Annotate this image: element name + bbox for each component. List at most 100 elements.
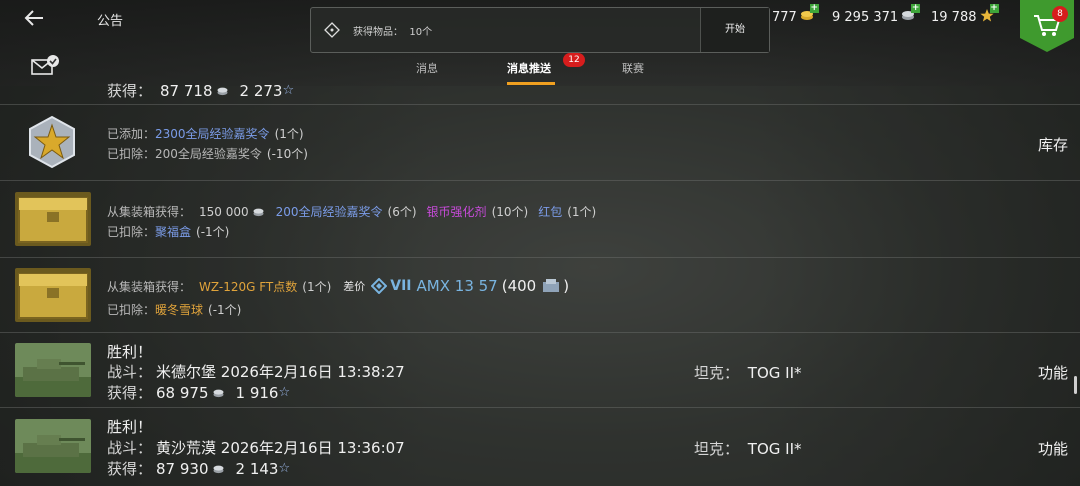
tank-thumbnail xyxy=(15,419,91,473)
push-messages-badge: 12 xyxy=(563,53,585,67)
gold-icon[interactable]: + xyxy=(800,4,819,25)
battle-title-line: 胜利！ xyxy=(107,341,152,362)
container-deduct-line: 已扣除： 聚福盒 (-1个) xyxy=(107,223,229,240)
battle-earn-line: 获得： 87 930 2 143 ☆ xyxy=(107,458,290,479)
container-item-c: 红包 xyxy=(538,205,563,219)
earn-label: 获得： xyxy=(107,82,153,100)
tank-name: TOG II* xyxy=(747,364,802,382)
gold-container-icon xyxy=(15,192,91,246)
silver-icon[interactable]: + xyxy=(901,4,921,25)
container2-qty-a: (1个) xyxy=(302,279,332,294)
deducted-qty: (-10个) xyxy=(266,147,308,161)
gold-container-icon xyxy=(15,268,91,322)
filter-text: 获得物品： 10个 xyxy=(353,23,432,38)
function-button[interactable]: 功能 xyxy=(1038,438,1068,459)
shop-badge: 8 xyxy=(1052,6,1068,22)
battle-info-line: 战斗： 黄沙荒漠 2026年2月16日 13:36:07 xyxy=(107,437,405,458)
tab-messages[interactable]: 消息 xyxy=(416,60,438,76)
function-button[interactable]: 功能 xyxy=(1038,362,1068,383)
added-item: 2300全局经验嘉奖令 xyxy=(155,127,270,141)
earn-silver: 87 718 xyxy=(160,81,213,100)
container2-deduct-item: 暖冬雪球 xyxy=(155,303,204,317)
container2-deduct-label: 已扣除： xyxy=(107,303,156,317)
gold-balance: 777 + xyxy=(772,4,819,25)
message-row-container-2[interactable]: 从集装箱获得： WZ-120G FT点数 (1个) 差价 VII AMX 13 … xyxy=(0,258,1080,333)
battle-tank-line: 坦克： TOG II* xyxy=(694,362,802,383)
container-qty-a: (6个) xyxy=(387,205,417,219)
tank-name: AMX 13 57 xyxy=(416,277,498,295)
battle-result-row[interactable]: 胜利！ 战斗： 米德尔堡 2026年2月16日 13:38:27 获得： 68 … xyxy=(0,333,1080,408)
tab-push-messages[interactable]: 消息推送 xyxy=(507,60,551,76)
tank-label: 坦克： xyxy=(694,364,740,382)
container2-gain-label: 从集装箱获得： xyxy=(107,279,192,294)
added-line: 已添加： 2300全局经验嘉奖令 (1个) xyxy=(107,125,304,142)
battle-map-time: 米德尔堡 2026年2月16日 13:38:27 xyxy=(156,363,405,381)
silver-value: 9 295 371 xyxy=(832,9,899,25)
deducted-line: 已扣除： 200全局经验嘉奖令 (-10个) xyxy=(107,145,308,162)
scrollbar[interactable] xyxy=(1074,376,1077,394)
tank-tier: VII xyxy=(390,278,412,294)
container-silver: 150 000 xyxy=(199,204,249,219)
start-button[interactable]: 开始 xyxy=(700,8,769,52)
container2-gain-line: 从集装箱获得： WZ-120G FT点数 (1个) 差价 VII AMX 13 … xyxy=(107,277,569,295)
battle-result-row[interactable]: 胜利！ 战斗： 黄沙荒漠 2026年2月16日 13:36:07 获得： 87 … xyxy=(0,408,1080,486)
container2-deduct-line: 已扣除： 暖冬雪球 (-1个) xyxy=(107,301,241,318)
silver-icon xyxy=(213,389,224,397)
free-xp-balance: 19 788 + xyxy=(931,4,999,26)
battle-title-line: 胜利！ xyxy=(107,416,152,437)
silver-icon xyxy=(253,208,264,216)
silver-icon xyxy=(213,465,224,473)
battle-xp: 2 143 xyxy=(235,459,279,478)
xp-star-icon: ☆ xyxy=(278,461,291,476)
deducted-item: 200全局经验嘉奖令 xyxy=(155,147,262,161)
tank-thumbnail xyxy=(15,343,91,397)
tank-class-icon xyxy=(371,278,388,294)
container-item-a: 200全局经验嘉奖令 xyxy=(275,205,383,219)
silver-icon xyxy=(217,87,228,95)
battle-title: 胜利！ xyxy=(107,343,153,361)
added-label: 已添加： xyxy=(107,127,156,141)
tank-name: TOG II* xyxy=(747,440,802,458)
container2-item-a: WZ-120G FT点数 xyxy=(199,279,298,294)
battle-info-line: 战斗： 米德尔堡 2026年2月16日 13:38:27 xyxy=(107,361,405,382)
mail-read-icon[interactable] xyxy=(30,54,60,78)
price-diff-label: 差价 xyxy=(343,280,366,293)
silver-balance: 9 295 371 + xyxy=(832,4,921,25)
container-gain-line: 从集装箱获得： 150 000 200全局经验嘉奖令 (6个) 银币强化剂 (1… xyxy=(107,203,596,220)
battle-tank-line: 坦克： TOG II* xyxy=(694,438,802,459)
battle-label: 战斗： xyxy=(107,439,153,457)
container-qty-c: (1个) xyxy=(567,205,597,219)
battle-xp: 1 916 xyxy=(235,383,279,402)
battle-silver: 87 930 xyxy=(156,459,209,478)
crosshair-icon xyxy=(324,22,340,38)
added-qty: (1个) xyxy=(274,127,304,141)
battle-earn-label: 获得： xyxy=(107,384,153,402)
battle-label: 战斗： xyxy=(107,363,153,381)
container-qty-b: (10个) xyxy=(491,205,529,219)
inventory-button[interactable]: 库存 xyxy=(1038,134,1068,155)
container2-deduct-qty: (-1个) xyxy=(208,303,242,317)
message-row-partial[interactable]: 获得： 87 718 2 273 ☆ xyxy=(0,82,1080,105)
battle-silver: 68 975 xyxy=(156,383,209,402)
price-diff-close: ) xyxy=(563,277,570,295)
message-row-container[interactable]: 从集装箱获得： 150 000 200全局经验嘉奖令 (6个) 银币强化剂 (1… xyxy=(0,181,1080,258)
xp-order-medal-icon xyxy=(29,115,75,169)
obtained-items-filter[interactable]: 获得物品： 10个 开始 xyxy=(310,7,770,53)
container-gain-label: 从集装箱获得： xyxy=(107,205,192,219)
message-row-reward[interactable]: 已添加： 2300全局经验嘉奖令 (1个) 已扣除： 200全局经验嘉奖令 (-… xyxy=(0,105,1080,181)
gold-bar-icon xyxy=(543,279,560,292)
xp-star-icon: ☆ xyxy=(282,83,295,98)
container-item-b: 银币强化剂 xyxy=(426,205,487,219)
free-xp-icon[interactable]: + xyxy=(979,4,999,26)
filter-value: 10个 xyxy=(409,27,433,38)
free-xp-value: 19 788 xyxy=(931,10,977,25)
battle-map-time: 黄沙荒漠 2026年2月16日 13:36:07 xyxy=(156,439,405,457)
battle-earn-label: 获得： xyxy=(107,460,153,478)
tab-league[interactable]: 联赛 xyxy=(622,60,644,76)
battle-earn-line: 获得： 68 975 1 916 ☆ xyxy=(107,382,290,403)
back-arrow-icon[interactable] xyxy=(22,6,46,30)
price-diff-value: (400 xyxy=(501,277,537,295)
gold-value: 777 xyxy=(772,9,797,25)
active-tab-indicator xyxy=(507,82,555,85)
filter-label: 获得物品： xyxy=(353,27,403,38)
